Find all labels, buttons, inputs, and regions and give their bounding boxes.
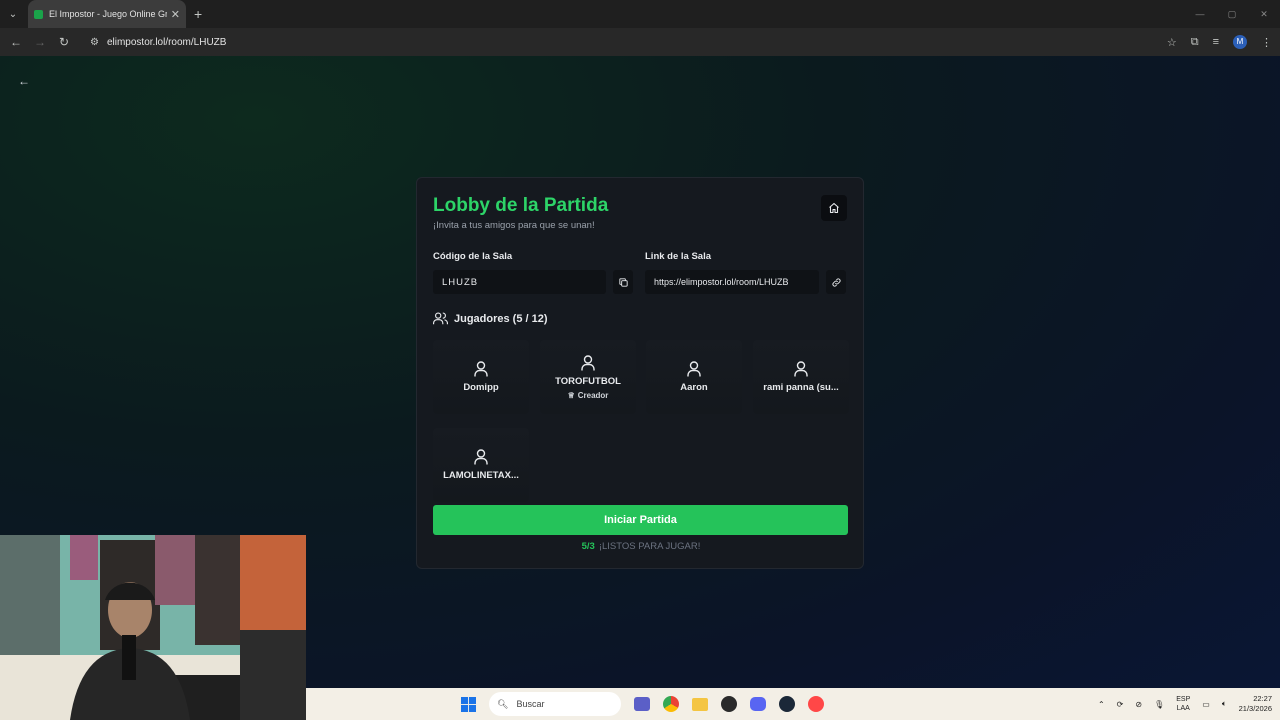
site-info-icon[interactable]: ⚙ (90, 37, 99, 48)
network-icon[interactable]: ⊘ (1135, 700, 1142, 709)
ea-app-icon[interactable] (801, 688, 830, 720)
link-icon (831, 277, 841, 287)
forward-icon[interactable]: → (28, 35, 52, 49)
browser-tab[interactable]: El Impostor - Juego Online Gra ✕ (28, 0, 186, 28)
webcam-feed-image (0, 535, 306, 720)
room-code-field[interactable]: LHUZB (433, 270, 606, 294)
ready-count: 5/3 (581, 541, 595, 552)
tab-title: El Impostor - Juego Online Gra (49, 9, 167, 19)
volume-icon[interactable]: 🔈︎ (1222, 699, 1227, 709)
user-icon (474, 361, 488, 377)
url-text: elimpostor.lol/room/LHUZB (106, 36, 227, 48)
player-name: Domipp (463, 382, 499, 393)
player-name: rami panna (su... (763, 382, 839, 393)
user-icon (794, 361, 808, 377)
crown-icon: ♕ (567, 390, 575, 400)
clock-date: 21/3/2026 (1238, 704, 1272, 713)
discord-icon[interactable] (743, 688, 772, 720)
home-icon (829, 202, 839, 214)
profile-avatar[interactable]: M (1233, 35, 1247, 49)
steam-icon[interactable] (772, 688, 801, 720)
window-controls: — ▢ ✕ (1184, 0, 1280, 28)
home-button[interactable] (821, 195, 847, 221)
player-card: Aaron (646, 340, 742, 414)
clock[interactable]: 22:27 21/3/2026 (1239, 694, 1272, 714)
back-arrow-icon[interactable]: ← (18, 74, 30, 88)
lobby-card: Lobby de la Partida ¡Invita a tus amigos… (416, 177, 864, 569)
players-count-label: Jugadores (5 / 12) (454, 312, 548, 325)
lang-layout: LAA (1176, 705, 1190, 712)
copy-code-button[interactable] (613, 270, 633, 294)
player-card: Domipp (433, 340, 529, 414)
lobby-title: Lobby de la Partida (433, 195, 609, 216)
extensions-icon[interactable]: ⧉ (1191, 36, 1199, 49)
obs-icon[interactable] (714, 688, 743, 720)
file-explorer-icon[interactable] (685, 688, 714, 720)
tray-chevron-icon[interactable]: ⌃ (1098, 700, 1105, 709)
user-icon (474, 449, 488, 465)
tab-close-icon[interactable]: ✕ (171, 8, 180, 21)
reload-icon[interactable]: ↻ (52, 35, 76, 49)
player-card: TOROFUTBOL ♕ Creador (540, 340, 636, 414)
ready-text: ¡LISTOS PARA JUGAR! (598, 541, 701, 552)
taskbar-search[interactable]: 🔍︎ Buscar (489, 692, 621, 716)
maximize-icon[interactable]: ▢ (1216, 0, 1248, 28)
player-name: TOROFUTBOL (555, 375, 621, 387)
player-role-badge: ♕ Creador (568, 391, 609, 400)
chrome-icon[interactable] (656, 688, 685, 720)
user-icon (687, 361, 701, 377)
player-name: Aaron (680, 382, 708, 393)
taskbar-apps: 🔍︎ Buscar (454, 688, 830, 720)
players-header: Jugadores (5 / 12) (433, 312, 548, 325)
address-bar[interactable]: ⚙ elimpostor.lol/room/LHUZB (82, 31, 1152, 53)
room-code-label: Código de la Sala (433, 251, 513, 262)
webcam-overlay (0, 535, 306, 720)
back-icon[interactable]: ← (4, 35, 28, 49)
player-card: LAMOLINETAX... (433, 428, 529, 502)
input-language[interactable]: ESP LAA (1176, 695, 1190, 713)
search-icon: 🔍︎ (497, 698, 509, 709)
tab-search-icon[interactable]: ⌄ (0, 0, 26, 28)
minimize-icon[interactable]: — (1184, 0, 1216, 28)
windows-logo-icon (461, 696, 476, 712)
ready-status: 5/3 ¡LISTOS PARA JUGAR! (417, 541, 865, 552)
new-tab-icon[interactable]: + (194, 6, 202, 22)
users-icon (433, 312, 448, 325)
player-card: rami panna (su... (753, 340, 849, 414)
toolbar-actions: ☆ ⧉ ≡ M ⋮ (1167, 28, 1272, 56)
microphone-icon[interactable]: 🎙︎ (1154, 700, 1164, 709)
start-button[interactable] (454, 688, 483, 720)
search-placeholder: Buscar (516, 699, 545, 709)
room-link-label: Link de la Sala (645, 251, 711, 262)
room-link-field[interactable]: https://elimpostor.lol/room/LHUZB (645, 270, 819, 294)
browser-menu-icon[interactable]: ⋮ (1261, 36, 1272, 49)
player-name: LAMOLINETAX... (443, 470, 519, 481)
browser-toolbar: ← → ↻ ⚙ elimpostor.lol/room/LHUZB (0, 28, 1280, 56)
tray-app-icon[interactable]: ⟳ (1117, 700, 1124, 709)
teams-icon[interactable] (627, 688, 656, 720)
system-tray: ⌃ ⟳ ⊘ 🎙︎ ESP LAA ▭ 🔈︎ 22:27 21/3/2026 (1098, 688, 1272, 720)
taskbar: 🔍︎ Buscar ⌃ ⟳ ⊘ 🎙︎ ESP LAA ▭ 🔈︎ 22:27 21… (306, 688, 1280, 720)
clock-time: 22:27 (1253, 694, 1272, 703)
site-favicon-icon (34, 9, 43, 19)
copy-link-button[interactable] (826, 270, 846, 294)
bookmark-star-icon[interactable]: ☆ (1167, 36, 1177, 49)
display-icon[interactable]: ▭ (1202, 700, 1210, 709)
media-queue-icon[interactable]: ≡ (1213, 36, 1219, 48)
lang-code: ESP (1176, 696, 1191, 703)
user-icon (581, 354, 595, 370)
close-window-icon[interactable]: ✕ (1248, 0, 1280, 28)
copy-icon (618, 277, 628, 287)
start-game-button[interactable]: Iniciar Partida (433, 505, 848, 535)
browser-tabbar: ⌄ El Impostor - Juego Online Gra ✕ + — ▢… (0, 0, 1280, 28)
lobby-subtitle: ¡Invita a tus amigos para que se unan! (433, 220, 595, 231)
player-role-label: Creador (577, 390, 609, 400)
